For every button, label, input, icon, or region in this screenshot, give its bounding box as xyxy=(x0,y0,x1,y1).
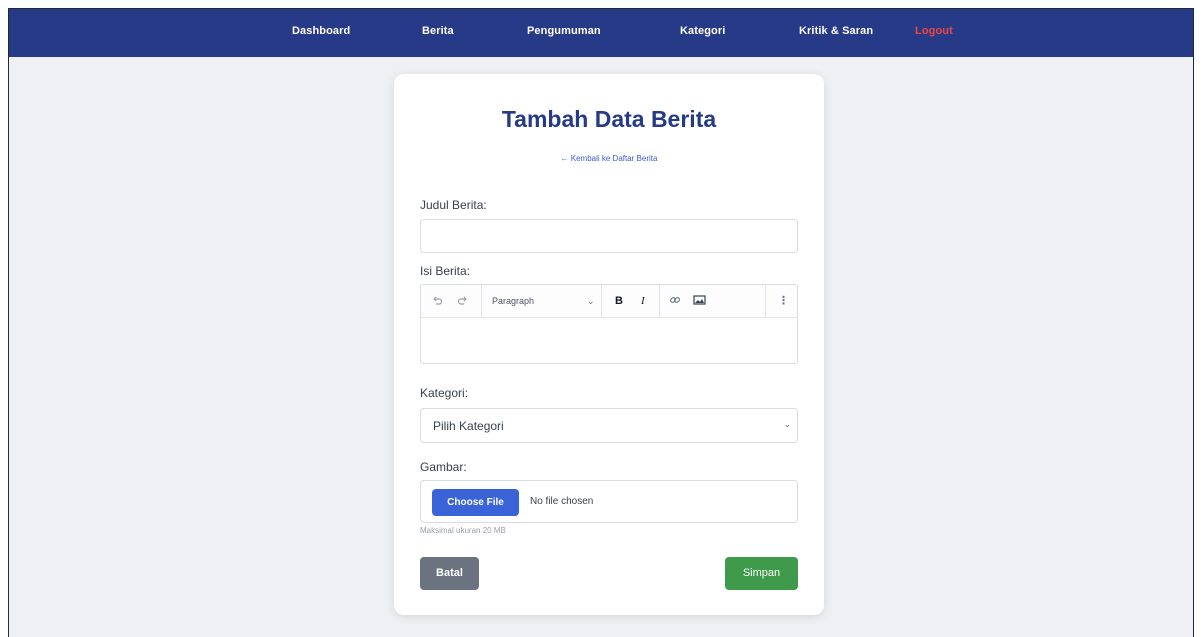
file-size-hint: Maksimal ukuran 20 MB xyxy=(420,526,506,535)
editor-toolbar: Paragraph ⌄ B I ⋮ xyxy=(421,285,797,318)
chevron-down-icon[interactable]: ⌄ xyxy=(587,294,595,308)
toolbar-divider xyxy=(481,285,482,318)
toolbar-divider xyxy=(659,285,660,318)
gambar-label: Gambar: xyxy=(420,460,467,474)
form-card: Tambah Data Berita ← Kembali ke Daftar B… xyxy=(394,74,824,615)
no-file-text: No file chosen xyxy=(530,496,594,507)
save-button[interactable]: Simpan xyxy=(725,557,798,590)
judul-input[interactable] xyxy=(420,219,798,253)
bold-button[interactable]: B xyxy=(615,294,623,308)
chevron-down-icon: ⌄ xyxy=(783,419,791,429)
nav-dashboard[interactable]: Dashboard xyxy=(292,25,350,37)
top-navbar: Dashboard Berita Pengumuman Kategori Kri… xyxy=(9,9,1193,57)
nav-berita[interactable]: Berita xyxy=(422,25,454,37)
page-title: Tambah Data Berita xyxy=(501,106,717,132)
undo-icon[interactable] xyxy=(431,294,443,310)
back-to-list-link[interactable]: ← Kembali ke Daftar Berita xyxy=(394,154,824,163)
link-icon[interactable] xyxy=(669,294,681,310)
cancel-button[interactable]: Batal xyxy=(420,557,479,590)
choose-file-button[interactable]: Choose File xyxy=(432,489,519,516)
gambar-file-input: Choose File No file chosen xyxy=(420,480,798,523)
editor-content[interactable] xyxy=(421,319,797,364)
nav-kritik-saran[interactable]: Kritik & Saran xyxy=(799,25,873,37)
toolbar-divider xyxy=(765,285,766,318)
redo-icon[interactable] xyxy=(457,294,469,310)
judul-label: Judul Berita: xyxy=(420,198,487,212)
toolbar-divider xyxy=(601,285,602,318)
kategori-selected-value: Pilih Kategori xyxy=(433,419,504,433)
kategori-label: Kategori: xyxy=(420,386,469,400)
app-window: Dashboard Berita Pengumuman Kategori Kri… xyxy=(8,8,1194,637)
nav-logout[interactable]: Logout xyxy=(915,25,953,37)
image-icon[interactable] xyxy=(693,294,706,310)
paragraph-dropdown[interactable]: Paragraph xyxy=(492,294,534,308)
rich-text-editor: Paragraph ⌄ B I ⋮ xyxy=(420,284,798,364)
nav-kategori[interactable]: Kategori xyxy=(680,25,725,37)
nav-pengumuman[interactable]: Pengumuman xyxy=(527,25,601,37)
italic-button[interactable]: I xyxy=(641,294,645,308)
isi-label: Isi Berita: xyxy=(420,264,471,278)
kategori-select[interactable]: Pilih Kategori ⌄ xyxy=(420,408,798,443)
more-vertical-icon[interactable]: ⋮ xyxy=(778,294,789,308)
